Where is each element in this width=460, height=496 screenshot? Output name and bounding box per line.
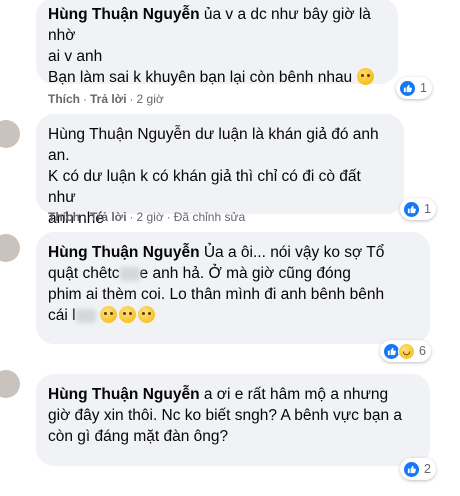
- mention-link[interactable]: Hùng Thuận Nguyễn: [48, 244, 200, 261]
- comment-text: cái l: [48, 307, 76, 324]
- author-name-blurred: [48, 0, 51, 6]
- like-reaction-icon: [403, 460, 420, 478]
- reaction-count: 2: [424, 462, 431, 476]
- reaction-count: 6: [419, 344, 426, 358]
- comment-actions: Thích · Trả lời · 2 giờ: [48, 92, 164, 106]
- reply-button[interactable]: Trả lời: [90, 210, 127, 224]
- like-reaction-icon: [403, 200, 420, 218]
- comment-text: ai v anh: [48, 48, 103, 65]
- rolling-eyes-emoji-icon: [99, 306, 117, 323]
- author-name-blurred: [48, 116, 51, 128]
- reaction-count: 1: [420, 81, 427, 95]
- comment-text: Bạn làm sai k khuyên bạn lại còn bênh nh…: [48, 69, 353, 86]
- comment-text: còn gì đáng mặt đàn ông?: [48, 428, 229, 445]
- comment-text: phim ai thèm coi. Lo thân mình đi anh bê…: [48, 286, 385, 303]
- haha-reaction-icon: ◡: [398, 342, 415, 360]
- reaction-summary[interactable]: 1: [400, 198, 436, 220]
- rolling-eyes-emoji-icon: [137, 306, 155, 323]
- author-name-blurred: [48, 233, 51, 245]
- comment-text: quật chêtc: [48, 265, 120, 282]
- like-button[interactable]: Thích: [48, 210, 80, 224]
- mention-link[interactable]: Hùng Thuận Nguyễn: [48, 126, 191, 143]
- edited-label[interactable]: Đã chỉnh sửa: [174, 210, 245, 224]
- censored-word: [119, 266, 140, 281]
- smirk-emoji-icon: [356, 68, 374, 85]
- comment-bubble: Hùng Thuận Nguyễn ủa v a dc như bây giờ …: [36, 0, 398, 86]
- like-reaction-icon: [399, 79, 416, 97]
- reply-button[interactable]: Trả lời: [90, 92, 127, 106]
- avatar[interactable]: [0, 370, 20, 398]
- comment-bubble: Hùng Thuận Nguyễn Ủa a ôi... nói vậy ko …: [36, 232, 430, 344]
- comment-text: a ơi e rất hâm mộ a nhưng: [199, 386, 389, 403]
- mention-link[interactable]: Hùng Thuận Nguyễn: [48, 386, 200, 403]
- reaction-summary[interactable]: 1: [396, 77, 432, 99]
- avatar[interactable]: [0, 120, 20, 148]
- reaction-count: 1: [424, 202, 431, 216]
- comment-text: Ủa a ôi... nói vậy ko sợ Tổ: [199, 244, 385, 261]
- rolling-eyes-emoji-icon: [118, 306, 136, 323]
- avatar[interactable]: [0, 234, 20, 262]
- timestamp[interactable]: 2 giờ: [137, 210, 164, 224]
- comment-text: giờ đây xin thôi. Nc ko biết sngh? A bên…: [48, 407, 403, 424]
- comment-actions: Thích · Trả lời · 2 giờ · Đã chỉnh sửa: [48, 210, 246, 224]
- like-button[interactable]: Thích: [48, 92, 80, 106]
- timestamp[interactable]: 2 giờ: [137, 92, 164, 106]
- comment-text: K có dư luận k có khán giả thì chỉ có đi…: [48, 168, 361, 206]
- comment-bubble: Hùng Thuận Nguyễn dư luận là khán giả đó…: [36, 114, 404, 249]
- reaction-summary[interactable]: 2: [400, 458, 436, 480]
- author-name-blurred: [48, 375, 51, 387]
- comment-text: e anh hả. Ở mà giờ cũng đóng: [139, 265, 351, 282]
- comment-bubble: Hùng Thuận Nguyễn a ơi e rất hâm mộ a nh…: [36, 374, 430, 466]
- censored-word: [75, 308, 96, 323]
- reaction-summary[interactable]: ◡ 6: [380, 340, 431, 362]
- mention-link[interactable]: Hùng Thuận Nguyễn: [48, 6, 200, 23]
